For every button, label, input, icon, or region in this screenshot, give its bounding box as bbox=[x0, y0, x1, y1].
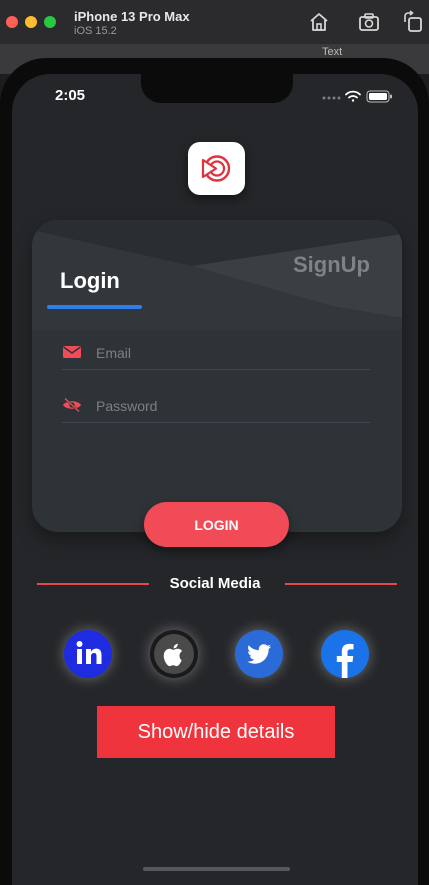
tab-login-indicator bbox=[47, 305, 142, 309]
cellular-icon bbox=[322, 96, 341, 100]
auth-card: Login SignUp bbox=[32, 220, 402, 532]
facebook-button[interactable] bbox=[321, 630, 369, 678]
minimize-window-button[interactable] bbox=[25, 16, 37, 28]
tab-signup[interactable]: SignUp bbox=[293, 252, 370, 278]
background-text-label: Text bbox=[322, 46, 343, 58]
tab-login[interactable]: Login bbox=[60, 268, 120, 294]
logo-icon bbox=[201, 155, 231, 182]
facebook-icon bbox=[336, 643, 354, 678]
apple-button[interactable] bbox=[150, 630, 198, 678]
device-name: iPhone 13 Pro Max bbox=[74, 9, 190, 24]
zoom-window-button[interactable] bbox=[44, 16, 56, 28]
os-version: iOS 15.2 bbox=[74, 25, 117, 37]
login-button[interactable]: LOGIN bbox=[144, 502, 289, 547]
app-logo bbox=[188, 142, 245, 195]
home-indicator bbox=[143, 867, 290, 871]
status-icons bbox=[322, 90, 392, 103]
device-notch bbox=[141, 74, 293, 103]
linkedin-icon bbox=[76, 641, 102, 664]
app-screen: 2:05 Login SignUp Email LOGIN Social Med… bbox=[12, 74, 418, 885]
show-hide-details-button[interactable]: Show/hide details bbox=[97, 706, 335, 758]
rotate-icon[interactable] bbox=[401, 10, 425, 34]
simulator-titlebar: iPhone 13 Pro Max iOS 15.2 bbox=[0, 0, 429, 44]
password-field bbox=[62, 391, 370, 423]
mail-icon bbox=[63, 346, 81, 358]
linkedin-button[interactable] bbox=[64, 630, 112, 678]
screenshot-icon[interactable] bbox=[357, 10, 381, 34]
home-icon[interactable] bbox=[307, 10, 331, 34]
twitter-icon bbox=[247, 644, 271, 664]
apple-icon bbox=[154, 634, 194, 674]
password-input[interactable] bbox=[96, 393, 366, 419]
twitter-button[interactable] bbox=[235, 630, 283, 678]
wifi-icon bbox=[345, 90, 361, 102]
close-window-button[interactable] bbox=[6, 16, 18, 28]
email-input[interactable] bbox=[96, 340, 366, 366]
eye-off-icon[interactable] bbox=[62, 397, 82, 413]
social-divider-right bbox=[285, 583, 397, 585]
battery-icon bbox=[366, 90, 392, 103]
status-time: 2:05 bbox=[55, 87, 86, 104]
email-field bbox=[62, 338, 370, 370]
